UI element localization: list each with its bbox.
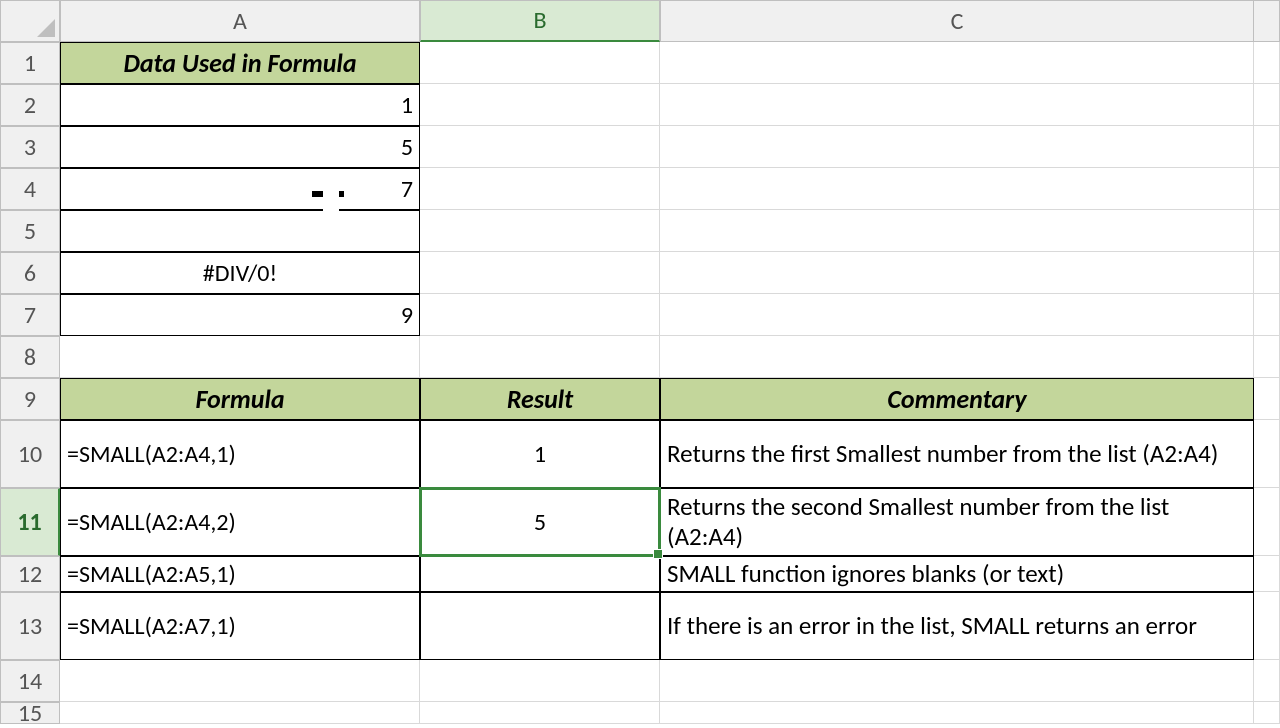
cell-c8[interactable]: [660, 336, 1254, 378]
row-header-2[interactable]: 2: [0, 84, 60, 126]
cell-d11[interactable]: [1254, 488, 1280, 556]
cell-d13[interactable]: [1254, 592, 1280, 660]
cell-b7[interactable]: [420, 294, 660, 336]
cell-d8[interactable]: [1254, 336, 1280, 378]
col-header-a[interactable]: A: [60, 0, 420, 42]
cell-d1[interactable]: [1254, 42, 1280, 84]
cell-b13[interactable]: [420, 592, 660, 660]
cell-b4[interactable]: [420, 168, 660, 210]
cell-c7[interactable]: [660, 294, 1254, 336]
cell-c4[interactable]: [660, 168, 1254, 210]
cell-a10[interactable]: =SMALL(A2:A4,1): [60, 420, 420, 488]
cell-a7[interactable]: 9: [60, 294, 420, 336]
cell-a12[interactable]: =SMALL(A2:A5,1): [60, 556, 420, 592]
cell-b2[interactable]: [420, 84, 660, 126]
row-header-4[interactable]: 4: [0, 168, 60, 210]
select-all-corner[interactable]: [0, 0, 60, 42]
cell-a3[interactable]: 5: [60, 126, 420, 168]
row-header-15[interactable]: 15: [0, 702, 60, 724]
cell-b9-header[interactable]: Result: [420, 378, 660, 420]
cell-a13[interactable]: =SMALL(A2:A7,1): [60, 592, 420, 660]
cell-a15[interactable]: [60, 702, 420, 724]
cell-b10[interactable]: 1: [420, 420, 660, 488]
col-header-b[interactable]: B: [420, 0, 660, 42]
row-header-3[interactable]: 3: [0, 126, 60, 168]
cell-b11-selected[interactable]: 5: [420, 488, 660, 556]
cell-a4[interactable]: 7: [60, 168, 420, 210]
row-header-7[interactable]: 7: [0, 294, 60, 336]
row-header-5[interactable]: 5: [0, 210, 60, 252]
cell-c1[interactable]: [660, 42, 1254, 84]
cell-b5[interactable]: [420, 210, 660, 252]
cell-c2[interactable]: [660, 84, 1254, 126]
cell-d9[interactable]: [1254, 378, 1280, 420]
cell-c10[interactable]: Returns the first Smallest number from t…: [660, 420, 1254, 488]
row-header-8[interactable]: 8: [0, 336, 60, 378]
col-header-c[interactable]: C: [660, 0, 1254, 42]
row-header-9[interactable]: 9: [0, 378, 60, 420]
cell-d5[interactable]: [1254, 210, 1280, 252]
cell-c13[interactable]: If there is an error in the list, SMALL …: [660, 592, 1254, 660]
cell-d4[interactable]: [1254, 168, 1280, 210]
row-header-10[interactable]: 10: [0, 420, 60, 488]
cell-d7[interactable]: [1254, 294, 1280, 336]
cell-c5[interactable]: [660, 210, 1254, 252]
row-header-6[interactable]: 6: [0, 252, 60, 294]
cell-c3[interactable]: [660, 126, 1254, 168]
cell-c15[interactable]: [660, 702, 1254, 724]
cell-d10[interactable]: [1254, 420, 1280, 488]
cell-d12[interactable]: [1254, 556, 1280, 592]
spreadsheet-grid[interactable]: A B C 1 Data Used in Formula 2 1 3 5 4 7…: [0, 0, 1280, 724]
row-header-1[interactable]: 1: [0, 42, 60, 84]
cell-b1[interactable]: [420, 42, 660, 84]
cell-b14[interactable]: [420, 660, 660, 702]
cell-c9-header[interactable]: Commentary: [660, 378, 1254, 420]
cell-c6[interactable]: [660, 252, 1254, 294]
cell-a9-header[interactable]: Formula: [60, 378, 420, 420]
cell-d3[interactable]: [1254, 126, 1280, 168]
cell-b8[interactable]: [420, 336, 660, 378]
cell-b3[interactable]: [420, 126, 660, 168]
cell-d2[interactable]: [1254, 84, 1280, 126]
cell-c11[interactable]: Returns the second Smallest number from …: [660, 488, 1254, 556]
cell-a14[interactable]: [60, 660, 420, 702]
row-header-11[interactable]: 11: [0, 488, 60, 556]
cell-d15[interactable]: [1254, 702, 1280, 724]
cell-a8[interactable]: [60, 336, 420, 378]
col-header-d[interactable]: [1254, 0, 1280, 42]
cell-d6[interactable]: [1254, 252, 1280, 294]
cell-b12[interactable]: [420, 556, 660, 592]
cell-a5[interactable]: [60, 210, 420, 252]
cell-d14[interactable]: [1254, 660, 1280, 702]
cell-b15[interactable]: [420, 702, 660, 724]
row-header-12[interactable]: 12: [0, 556, 60, 592]
cell-a11[interactable]: =SMALL(A2:A4,2): [60, 488, 420, 556]
cell-a6[interactable]: #DIV/0!: [60, 252, 420, 294]
cell-b6[interactable]: [420, 252, 660, 294]
row-header-13[interactable]: 13: [0, 592, 60, 660]
cell-a2[interactable]: 1: [60, 84, 420, 126]
cell-c12[interactable]: SMALL function ignores blanks (or text): [660, 556, 1254, 592]
cell-a1-header[interactable]: Data Used in Formula: [60, 42, 420, 84]
cell-c14[interactable]: [660, 660, 1254, 702]
row-header-14[interactable]: 14: [0, 660, 60, 702]
